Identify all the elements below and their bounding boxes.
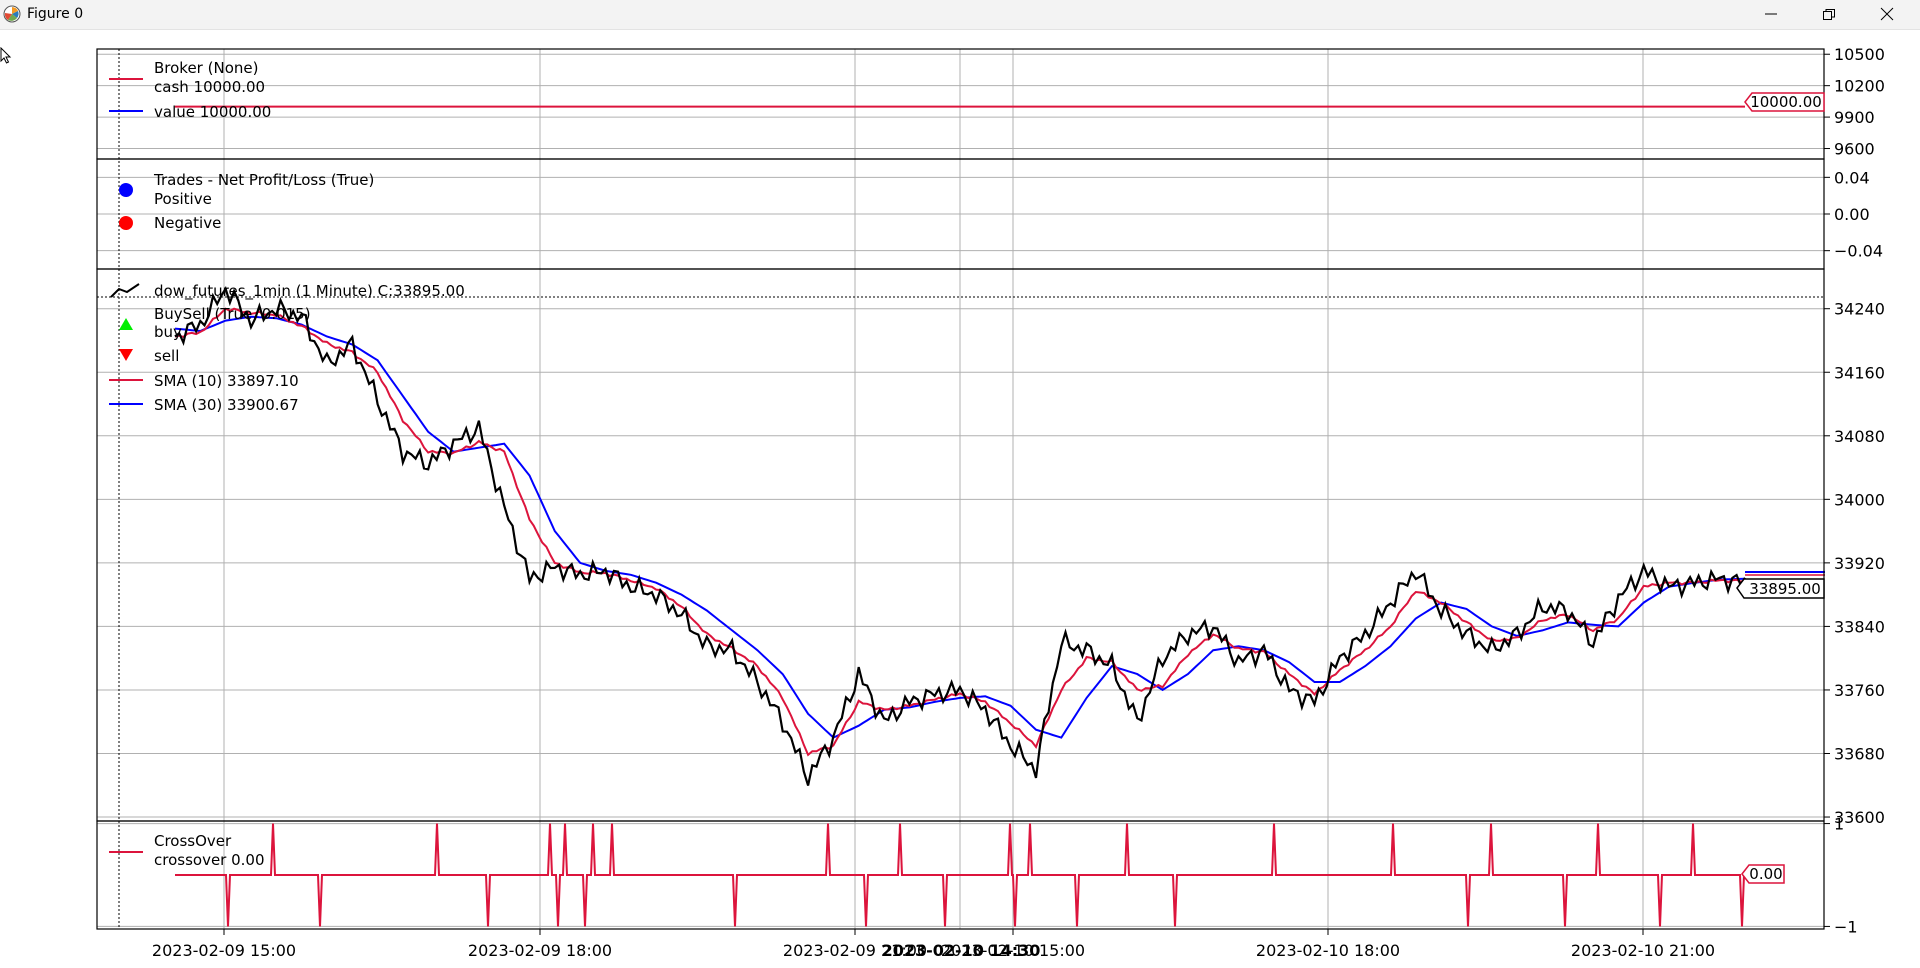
matplotlib-icon bbox=[3, 5, 21, 23]
x-tick-label: 2023-02-09 15:00 bbox=[152, 941, 296, 960]
trades-legend-negative: Negative bbox=[154, 214, 221, 232]
broker-legend-cash: cash 10000.00 bbox=[154, 78, 265, 96]
crossover-legend-title: CrossOver bbox=[154, 832, 232, 850]
price-y-tick-label: 33760 bbox=[1834, 681, 1885, 700]
minimize-button[interactable] bbox=[1748, 0, 1794, 29]
price-legend: dow_futures_1min (1 Minute) C:33895.00 B… bbox=[109, 282, 465, 414]
broker-y-tick-label: 9600 bbox=[1834, 140, 1875, 159]
price-y-tick-label: 34240 bbox=[1834, 300, 1885, 319]
broker-y-tick-label: 10500 bbox=[1834, 45, 1885, 64]
price-legend-sell: sell bbox=[154, 347, 179, 365]
price-y-tick-label: 34080 bbox=[1834, 427, 1885, 446]
cash-value-tag: 10000.00 bbox=[1744, 92, 1825, 112]
window-title: Figure 0 bbox=[27, 6, 84, 22]
close-button[interactable] bbox=[1864, 0, 1910, 29]
negative-legend-marker bbox=[119, 216, 133, 230]
broker-y-tick-label: 10200 bbox=[1834, 77, 1885, 96]
close-icon bbox=[1880, 7, 1894, 21]
broker-y-tick-label: 9900 bbox=[1834, 108, 1875, 127]
trades-legend-positive: Positive bbox=[154, 190, 212, 208]
trades-legend-title: Trades - Net Profit/Loss (True) bbox=[153, 171, 374, 189]
trades-y-tick-label: −0.04 bbox=[1834, 242, 1883, 261]
crossover-y-tick-label: 1 bbox=[1834, 815, 1844, 834]
crossover-value-tag: 0.00 bbox=[1741, 864, 1785, 884]
trades-y-tick-label: 0.00 bbox=[1834, 205, 1870, 224]
x-tick-label: 2023-02-09 18:00 bbox=[468, 941, 612, 960]
price-y-tick-label: 33840 bbox=[1834, 617, 1885, 636]
price-legend-buy: buy bbox=[154, 323, 182, 341]
price-legend-sma30: SMA (30) 33900.67 bbox=[154, 396, 299, 414]
broker-legend-title: Broker (None) bbox=[154, 59, 258, 77]
price-legend-data: dow_futures_1min (1 Minute) C:33895.00 bbox=[154, 282, 465, 301]
window-titlebar: Figure 0 bbox=[0, 0, 1920, 30]
trades-y-tick-label: 0.04 bbox=[1834, 168, 1870, 187]
crossover-value-tag-text: 0.00 bbox=[1749, 865, 1782, 883]
x-tick-label: 2023-02-10 18:00 bbox=[1256, 941, 1400, 960]
restore-button[interactable] bbox=[1806, 0, 1852, 29]
cash-value-tag-text: 10000.00 bbox=[1750, 93, 1822, 111]
x-overlay-label: 2023-02-10 14:30 bbox=[882, 941, 1041, 960]
buy-legend-marker bbox=[119, 318, 133, 330]
price-y-tick-label: 33920 bbox=[1834, 554, 1885, 573]
x-tick-label: 2023-02-10 21:00 bbox=[1571, 941, 1715, 960]
crossover-legend: CrossOver crossover 0.00 bbox=[109, 832, 265, 869]
price-legend-buysell: BuySell (True, 0.015) bbox=[154, 305, 311, 323]
close-legend-swatch bbox=[110, 283, 140, 298]
sell-legend-marker bbox=[119, 349, 133, 361]
trades-legend: Trades - Net Profit/Loss (True) Positive… bbox=[119, 171, 374, 232]
price-panel bbox=[174, 286, 1825, 786]
restore-icon bbox=[1823, 9, 1835, 20]
broker-legend: Broker (None) cash 10000.00 value 10000.… bbox=[109, 59, 271, 121]
price-legend-sma10: SMA (10) 33897.10 bbox=[154, 372, 299, 390]
positive-legend-marker bbox=[119, 183, 133, 197]
crossover-legend-value: crossover 0.00 bbox=[154, 851, 265, 869]
price-y-tick-label: 33680 bbox=[1834, 744, 1885, 763]
price-y-tick-label: 34000 bbox=[1834, 490, 1885, 509]
minimize-icon bbox=[1765, 13, 1777, 15]
close-value-tag-text: 33895.00 bbox=[1749, 580, 1821, 598]
y-tick-labels: 10500 10200 9900 9600 0.04 0.00 −0.04 34240 3416… bbox=[1834, 45, 1885, 936]
price-y-tick-label: 34160 bbox=[1834, 363, 1885, 382]
figure-canvas[interactable]: 10500 10200 9900 9600 0.04 0.00 −0.04 34240 3416… bbox=[0, 29, 1920, 968]
close-value-tag: 33895.00 bbox=[1736, 578, 1825, 599]
broker-legend-value: value 10000.00 bbox=[154, 103, 271, 121]
crossover-y-tick-label: −1 bbox=[1834, 917, 1858, 936]
